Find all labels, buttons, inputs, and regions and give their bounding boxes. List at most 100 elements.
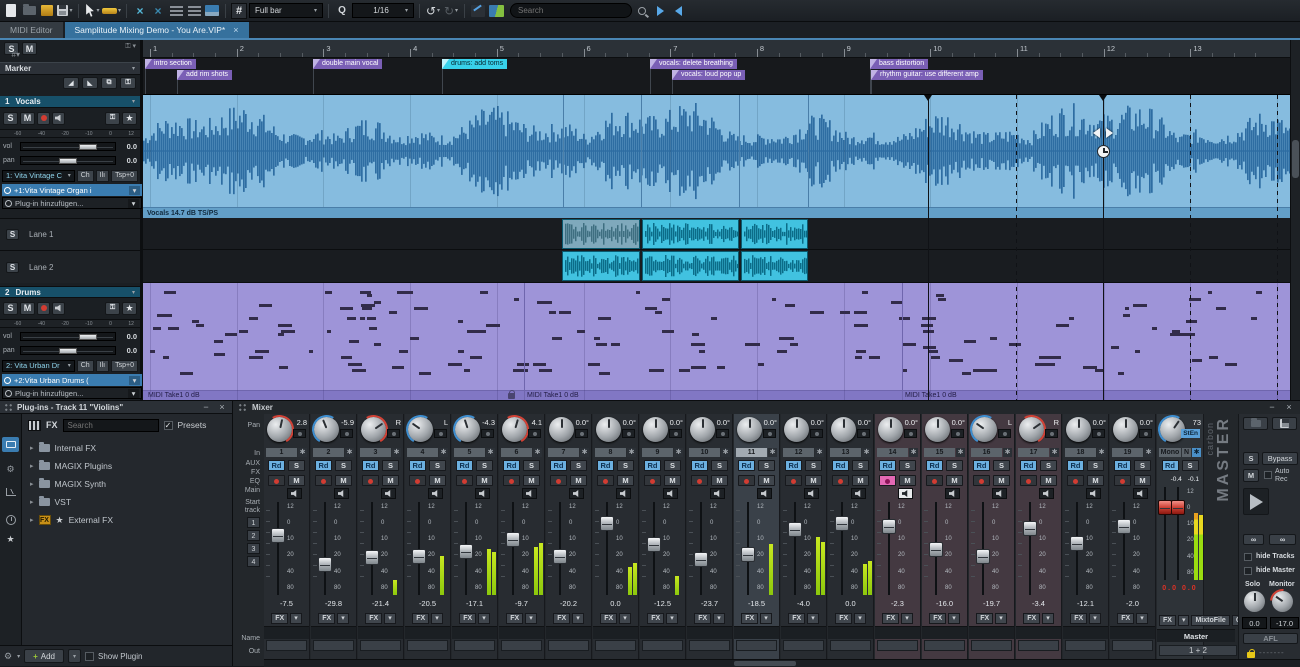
track-solo-button[interactable]: S	[3, 302, 18, 315]
channel-settings-icon[interactable]: ✱	[627, 448, 636, 457]
channel-output[interactable]	[783, 640, 824, 651]
record-button[interactable]	[691, 475, 708, 486]
record-button[interactable]	[315, 475, 332, 486]
channel-output[interactable]	[971, 640, 1012, 651]
locate-next-icon[interactable]	[652, 3, 668, 19]
fx-menu-caret[interactable]: ▾	[1136, 613, 1148, 624]
channel-settings-icon[interactable]: ✱	[674, 448, 683, 457]
monitor-speaker-icon[interactable]	[1039, 488, 1054, 499]
fader-handle[interactable]	[1117, 519, 1131, 534]
arranger-mute-button[interactable]: M	[22, 42, 37, 55]
record-ready-button[interactable]: Rd	[691, 460, 708, 471]
solo-button[interactable]: S	[899, 460, 916, 471]
object-tool-icon[interactable]: ▾	[102, 3, 121, 19]
record-button[interactable]	[409, 475, 426, 486]
fader-handle[interactable]	[741, 547, 755, 562]
volume-slider[interactable]	[20, 332, 116, 341]
record-button[interactable]	[738, 475, 755, 486]
fader-handle[interactable]	[694, 552, 708, 567]
fx-button[interactable]: FX	[459, 613, 476, 624]
pan-monitor-icon[interactable]	[387, 429, 400, 438]
mute-button[interactable]: M	[946, 475, 963, 486]
channel-output[interactable]	[924, 640, 965, 651]
fader-track[interactable]	[367, 502, 377, 595]
pan-knob[interactable]	[925, 417, 950, 442]
channel-output[interactable]	[877, 640, 918, 651]
channel-number[interactable]: 13	[830, 448, 861, 457]
record-button[interactable]	[973, 475, 990, 486]
chevron-down-ic[interactable]: ▾	[129, 376, 140, 385]
solo-button[interactable]: S	[523, 460, 540, 471]
marker-flag[interactable]: double main vocal	[313, 59, 382, 69]
channel-button[interactable]: Ch	[77, 170, 94, 182]
track-monitor-button[interactable]	[52, 302, 65, 315]
pan-knob[interactable]	[1066, 417, 1091, 442]
fx-menu-caret[interactable]: ▾	[619, 613, 631, 624]
fx-button[interactable]: FX	[835, 613, 852, 624]
pan-knob[interactable]	[455, 417, 480, 442]
mute-button[interactable]: M	[711, 475, 728, 486]
vocals-audio-track[interactable]: Vocals 14.7 dB TS/PS	[143, 95, 1290, 218]
record-ready-button[interactable]: Rd	[550, 460, 567, 471]
power-icon[interactable]	[4, 187, 11, 194]
locate-prev-icon[interactable]	[670, 3, 686, 19]
start-track-button[interactable]: 1	[247, 517, 260, 528]
fader-track[interactable]	[790, 502, 800, 595]
fx-button[interactable]: FX	[1070, 613, 1087, 624]
pan-knob[interactable]	[549, 417, 574, 442]
channel-settings-icon[interactable]: ✱	[862, 448, 871, 457]
tree-item[interactable]: ▸VST	[22, 493, 232, 511]
fx-button[interactable]: FX	[788, 613, 805, 624]
monitor-speaker-icon[interactable]	[428, 488, 443, 499]
record-ready-button[interactable]: Rd	[644, 460, 661, 471]
mute-button[interactable]: M	[805, 475, 822, 486]
channel-output[interactable]	[642, 640, 683, 651]
monitor-speaker-icon[interactable]	[287, 488, 302, 499]
show-plugin-checkbox[interactable]	[85, 652, 94, 661]
power-icon[interactable]	[4, 377, 11, 384]
scrollbar-handle[interactable]	[1292, 140, 1299, 178]
vertical-scrollbar[interactable]	[1290, 40, 1300, 400]
monitor-speaker-icon[interactable]	[1086, 488, 1101, 499]
search-icon[interactable]	[634, 3, 650, 19]
record-ready-button[interactable]: Rd	[738, 460, 755, 471]
fx-button[interactable]: FX	[647, 613, 664, 624]
grid-mini-icon[interactable]: #▾	[0, 50, 20, 59]
fx-button[interactable]: FX	[1117, 613, 1134, 624]
fader-track[interactable]	[743, 502, 753, 595]
record-button[interactable]	[832, 475, 849, 486]
channel-button[interactable]: Ch	[77, 360, 94, 372]
channel-settings-icon[interactable]: ✱	[345, 448, 354, 457]
pan-monitor-icon[interactable]	[1139, 429, 1152, 438]
channel-output[interactable]	[313, 640, 354, 651]
channel-settings-icon[interactable]: ✱	[439, 448, 448, 457]
expand-icon[interactable]: ▸	[30, 516, 34, 524]
mute-button[interactable]: M	[429, 475, 446, 486]
fx-menu-caret[interactable]: ▾	[572, 613, 584, 624]
pan-monitor-icon[interactable]	[763, 429, 776, 438]
folder-icon[interactable]	[1243, 417, 1268, 430]
marker-flag[interactable]: rhythm guitar: use different amp	[871, 70, 983, 80]
record-ready-button[interactable]: Rd	[456, 460, 473, 471]
fx-button[interactable]: FX	[506, 613, 523, 624]
mute-button[interactable]: M	[476, 475, 493, 486]
marker-flag[interactable]: drums: add toms	[442, 59, 507, 69]
record-button[interactable]	[456, 475, 473, 486]
fx-menu-caret[interactable]: ▾	[1042, 613, 1054, 624]
mute-button[interactable]: M	[570, 475, 587, 486]
arrange-area[interactable]: 12345678910111213 intro sectionadd rim s…	[143, 40, 1290, 400]
plugin-slot-empty[interactable]: Plug-in hinzufügen... ▾	[2, 387, 142, 399]
channel-number[interactable]: 17	[1018, 448, 1049, 457]
fx-menu-caret[interactable]: ▾	[431, 613, 443, 624]
master-fader-left[interactable]	[1160, 487, 1170, 580]
fader-handle[interactable]	[1023, 521, 1037, 536]
pan-monitor-icon[interactable]	[575, 429, 588, 438]
solo-button[interactable]: S	[476, 460, 493, 471]
fader-handle[interactable]	[412, 549, 426, 564]
take-lanes-area[interactable]	[143, 218, 1290, 283]
plugin-slot-active[interactable]: +2:Vita Urban Drums ( ▾	[2, 374, 142, 386]
minimize-icon[interactable]: −	[1266, 402, 1278, 412]
fader-handle[interactable]	[553, 549, 567, 564]
side-mute-button[interactable]: M	[1243, 469, 1259, 482]
pan-knob[interactable]	[972, 417, 997, 442]
